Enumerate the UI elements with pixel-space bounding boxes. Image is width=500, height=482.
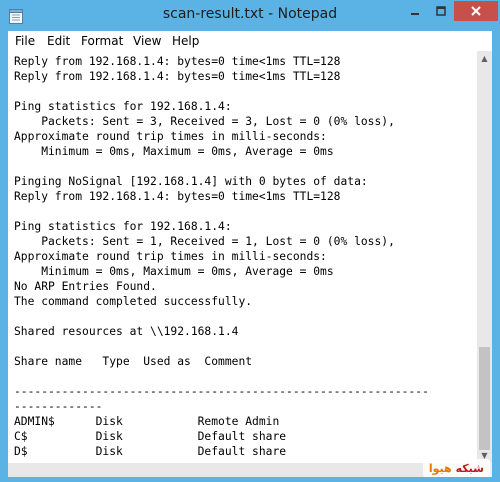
text-editor[interactable]: Reply from 192.168.1.4: bytes=0 time<1ms… xyxy=(8,51,477,463)
watermark-logo: هیوا شبکه xyxy=(422,459,490,477)
maximize-button[interactable] xyxy=(428,1,454,21)
notepad-window: scan-result.txt - Notepad File Edit Form… xyxy=(0,0,500,482)
vertical-scrollbar[interactable]: ▲ ▼ xyxy=(477,51,492,463)
text-line: Approximate round trip times in milli-se… xyxy=(14,130,327,143)
text-line: Reply from 192.168.1.4: bytes=0 time<1ms… xyxy=(14,190,341,203)
close-button[interactable] xyxy=(454,1,498,21)
minimize-button[interactable] xyxy=(402,1,428,21)
text-line: Approximate round trip times in milli-se… xyxy=(14,250,327,263)
menu-help[interactable]: Help xyxy=(172,34,199,48)
scroll-up-arrow-icon[interactable]: ▲ xyxy=(477,51,492,66)
text-line: D$ Disk Default share xyxy=(14,445,287,458)
menu-view[interactable]: View xyxy=(133,34,161,48)
text-line: Reply from 192.168.1.4: bytes=0 time<1ms… xyxy=(14,70,341,83)
bottom-bar xyxy=(8,463,492,477)
text-line: Ping statistics for 192.168.1.4: xyxy=(14,220,232,233)
text-line: Packets: Sent = 1, Received = 1, Lost = … xyxy=(14,235,395,248)
text-line: Minimum = 0ms, Maximum = 0ms, Average = … xyxy=(14,265,334,278)
text-line: Packets: Sent = 3, Received = 3, Lost = … xyxy=(14,115,395,128)
menu-bar: File Edit Format View Help xyxy=(8,31,492,51)
text-line: Reply from 192.168.1.4: bytes=0 time<1ms… xyxy=(14,55,341,68)
text-line: ADMIN$ Disk Remote Admin xyxy=(14,415,280,428)
text-line: No ARP Entries Found. xyxy=(14,280,157,293)
text-line: Share name Type Used as Comment xyxy=(14,355,253,368)
text-line: Shared resources at \\192.168.1.4 xyxy=(14,325,239,338)
watermark-text: هیوا xyxy=(428,461,452,475)
horizontal-scrollbar[interactable] xyxy=(8,463,477,477)
title-bar[interactable]: scan-result.txt - Notepad xyxy=(0,0,500,31)
text-line: Minimum = 0ms, Maximum = 0ms, Average = … xyxy=(14,145,334,158)
close-icon xyxy=(471,6,481,16)
text-line: Ping statistics for 192.168.1.4: xyxy=(14,100,232,113)
text-line: Pinging NoSignal [192.168.1.4] with 0 by… xyxy=(14,175,368,188)
text-line: C$ Disk Default share xyxy=(14,430,287,443)
menu-edit[interactable]: Edit xyxy=(47,34,70,48)
watermark-text: شبکه xyxy=(455,461,484,475)
text-line: ----------------------------------------… xyxy=(14,385,429,398)
menu-file[interactable]: File xyxy=(15,34,35,48)
text-line: ------------- xyxy=(14,400,103,413)
maximize-icon xyxy=(436,6,446,16)
text-line: The command completed successfully. xyxy=(14,295,253,308)
minimize-icon xyxy=(411,13,419,15)
menu-format[interactable]: Format xyxy=(81,34,123,48)
vertical-scroll-thumb[interactable] xyxy=(479,347,490,450)
